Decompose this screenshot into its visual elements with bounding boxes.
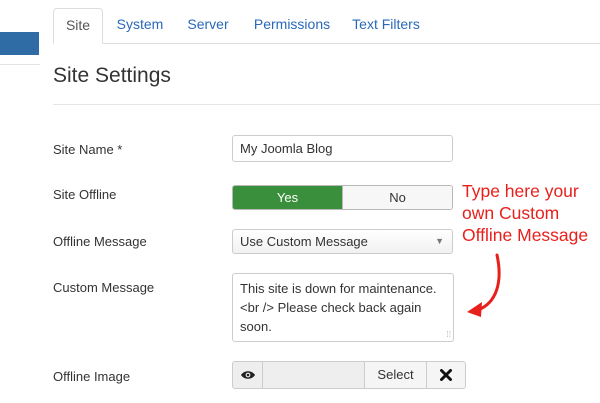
offline-image-field: Select xyxy=(232,361,466,389)
tab-site[interactable]: Site xyxy=(53,8,103,44)
image-preview-button[interactable] xyxy=(233,362,263,388)
annotation-arrow-icon xyxy=(467,253,501,317)
sidebar-divider xyxy=(0,64,40,65)
tab-permissions[interactable]: Permissions xyxy=(247,8,337,43)
custom-message-textarea[interactable]: This site is down for maintenance.<br />… xyxy=(232,273,454,342)
tab-server[interactable]: Server xyxy=(180,8,236,43)
image-clear-button[interactable] xyxy=(427,362,465,388)
tab-text-filters[interactable]: Text Filters xyxy=(346,8,426,43)
caret-down-icon: ▼ xyxy=(435,236,444,246)
offline-message-select[interactable]: Use Custom Message ▼ xyxy=(232,229,453,254)
section-title: Site Settings xyxy=(53,64,171,87)
site-offline-no-button[interactable]: No xyxy=(342,186,452,209)
offline-message-value: Use Custom Message xyxy=(240,234,368,249)
image-select-button[interactable]: Select xyxy=(365,362,427,388)
custom-message-text: This site is down for maintenance.<br />… xyxy=(240,281,437,334)
site-offline-label: Site Offline xyxy=(53,187,117,202)
eye-icon xyxy=(240,371,255,379)
custom-message-label: Custom Message xyxy=(53,280,155,295)
offline-image-label: Offline Image xyxy=(53,369,131,384)
image-path-display xyxy=(263,362,365,388)
offline-message-label: Offline Message xyxy=(53,234,147,249)
tab-bar: Site System Server Permissions Text Filt… xyxy=(53,0,600,44)
annotation-callout: Type here your own Custom Offline Messag… xyxy=(462,181,589,245)
site-offline-yes-button[interactable]: Yes xyxy=(233,186,342,209)
sidebar-accent xyxy=(0,32,39,55)
section-divider xyxy=(53,104,600,105)
close-icon xyxy=(440,369,452,381)
tab-system[interactable]: System xyxy=(109,8,171,43)
site-name-label: Site Name * xyxy=(53,142,123,157)
resize-grip-icon[interactable]: ⁞⁞ xyxy=(447,331,451,339)
site-offline-toggle: Yes No xyxy=(232,185,453,210)
site-name-input[interactable] xyxy=(232,135,453,162)
